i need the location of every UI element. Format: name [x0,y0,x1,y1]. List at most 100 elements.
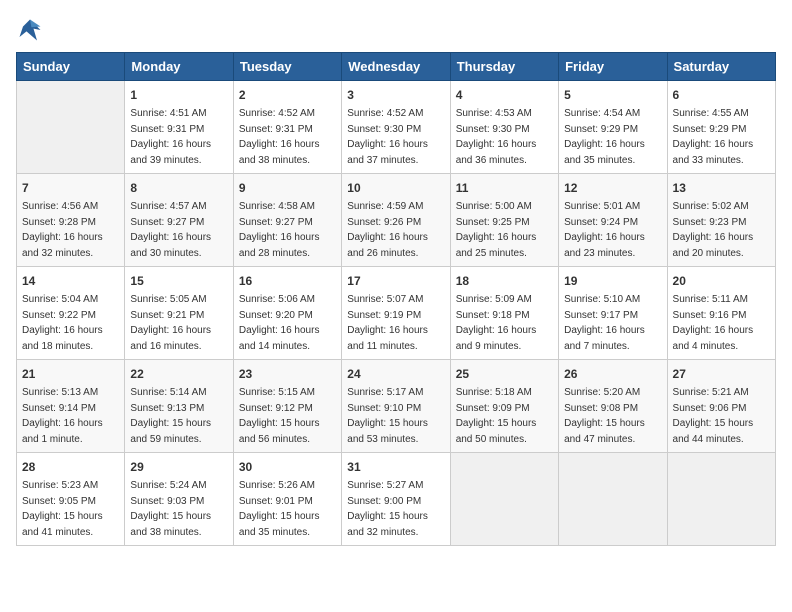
calendar-cell: 3 Sunrise: 4:52 AM Sunset: 9:30 PM Daylig… [342,81,450,174]
date-number: 16 [239,272,336,290]
calendar-cell: 25 Sunrise: 5:18 AM Sunset: 9:09 PM Dayli… [450,360,558,453]
page-header [16,16,776,44]
calendar-week-row: 7 Sunrise: 4:56 AM Sunset: 9:28 PM Daylig… [17,174,776,267]
calendar-cell: 9 Sunrise: 4:58 AM Sunset: 9:27 PM Daylig… [233,174,341,267]
day-info: Sunrise: 5:23 AM Sunset: 9:05 PM Dayligh… [22,478,119,540]
weekday-header: Tuesday [233,53,341,81]
date-number: 26 [564,365,661,383]
date-number: 24 [347,365,444,383]
calendar-cell: 22 Sunrise: 5:14 AM Sunset: 9:13 PM Dayli… [125,360,233,453]
date-number: 21 [22,365,119,383]
date-number: 22 [130,365,227,383]
weekday-header: Monday [125,53,233,81]
calendar-header-row: SundayMondayTuesdayWednesdayThursdayFrid… [17,53,776,81]
date-number: 13 [673,179,770,197]
date-number: 29 [130,458,227,476]
calendar-cell: 27 Sunrise: 5:21 AM Sunset: 9:06 PM Dayli… [667,360,775,453]
date-number: 14 [22,272,119,290]
day-info: Sunrise: 5:10 AM Sunset: 9:17 PM Dayligh… [564,292,661,354]
calendar-cell: 6 Sunrise: 4:55 AM Sunset: 9:29 PM Daylig… [667,81,775,174]
date-number: 15 [130,272,227,290]
day-info: Sunrise: 5:00 AM Sunset: 9:25 PM Dayligh… [456,199,553,261]
day-info: Sunrise: 5:13 AM Sunset: 9:14 PM Dayligh… [22,385,119,447]
date-number: 27 [673,365,770,383]
calendar-week-row: 28Sunrise: 5:23 AM Sunset: 9:05 PM Dayli… [17,453,776,546]
day-info: Sunrise: 4:57 AM Sunset: 9:27 PM Dayligh… [130,199,227,261]
calendar-week-row: 14 Sunrise: 5:04 AM Sunset: 9:22 PM Dayli… [17,267,776,360]
calendar-cell: 17Sunrise: 5:07 AM Sunset: 9:19 PM Dayli… [342,267,450,360]
calendar-cell: 29 Sunrise: 5:24 AM Sunset: 9:03 PM Dayli… [125,453,233,546]
calendar-cell: 10 Sunrise: 4:59 AM Sunset: 9:26 PM Dayli… [342,174,450,267]
calendar-cell [667,453,775,546]
day-info: Sunrise: 5:09 AM Sunset: 9:18 PM Dayligh… [456,292,553,354]
date-number: 25 [456,365,553,383]
weekday-header: Sunday [17,53,125,81]
day-info: Sunrise: 5:15 AM Sunset: 9:12 PM Dayligh… [239,385,336,447]
date-number: 20 [673,272,770,290]
day-info: Sunrise: 4:53 AM Sunset: 9:30 PM Dayligh… [456,106,553,168]
weekday-header: Friday [559,53,667,81]
weekday-header: Thursday [450,53,558,81]
day-info: Sunrise: 4:58 AM Sunset: 9:27 PM Dayligh… [239,199,336,261]
day-info: Sunrise: 4:55 AM Sunset: 9:29 PM Dayligh… [673,106,770,168]
calendar-cell: 26 Sunrise: 5:20 AM Sunset: 9:08 PM Dayli… [559,360,667,453]
day-info: Sunrise: 5:18 AM Sunset: 9:09 PM Dayligh… [456,385,553,447]
date-number: 3 [347,86,444,104]
day-info: Sunrise: 5:05 AM Sunset: 9:21 PM Dayligh… [130,292,227,354]
calendar-cell: 7 Sunrise: 4:56 AM Sunset: 9:28 PM Daylig… [17,174,125,267]
date-number: 5 [564,86,661,104]
calendar-cell: 24 Sunrise: 5:17 AM Sunset: 9:10 PM Dayli… [342,360,450,453]
day-info: Sunrise: 5:14 AM Sunset: 9:13 PM Dayligh… [130,385,227,447]
calendar-cell: 18 Sunrise: 5:09 AM Sunset: 9:18 PM Dayli… [450,267,558,360]
day-info: Sunrise: 5:20 AM Sunset: 9:08 PM Dayligh… [564,385,661,447]
day-info: Sunrise: 5:17 AM Sunset: 9:10 PM Dayligh… [347,385,444,447]
day-info: Sunrise: 5:06 AM Sunset: 9:20 PM Dayligh… [239,292,336,354]
day-info: Sunrise: 4:52 AM Sunset: 9:30 PM Dayligh… [347,106,444,168]
date-number: 31 [347,458,444,476]
day-info: Sunrise: 5:21 AM Sunset: 9:06 PM Dayligh… [673,385,770,447]
calendar-cell: 23 Sunrise: 5:15 AM Sunset: 9:12 PM Dayli… [233,360,341,453]
date-number: 7 [22,179,119,197]
date-number: 2 [239,86,336,104]
date-number: 9 [239,179,336,197]
calendar-cell: 15 Sunrise: 5:05 AM Sunset: 9:21 PM Dayli… [125,267,233,360]
day-info: Sunrise: 5:27 AM Sunset: 9:00 PM Dayligh… [347,478,444,540]
calendar-cell: 28Sunrise: 5:23 AM Sunset: 9:05 PM Dayli… [17,453,125,546]
day-info: Sunrise: 5:24 AM Sunset: 9:03 PM Dayligh… [130,478,227,540]
date-number: 4 [456,86,553,104]
calendar-cell: 13 Sunrise: 5:02 AM Sunset: 9:23 PM Dayli… [667,174,775,267]
calendar-cell [559,453,667,546]
weekday-header: Wednesday [342,53,450,81]
day-info: Sunrise: 4:59 AM Sunset: 9:26 PM Dayligh… [347,199,444,261]
date-number: 17 [347,272,444,290]
day-info: Sunrise: 5:26 AM Sunset: 9:01 PM Dayligh… [239,478,336,540]
date-number: 1 [130,86,227,104]
calendar-cell: 12Sunrise: 5:01 AM Sunset: 9:24 PM Dayli… [559,174,667,267]
day-info: Sunrise: 5:11 AM Sunset: 9:16 PM Dayligh… [673,292,770,354]
date-number: 18 [456,272,553,290]
calendar-cell: 11Sunrise: 5:00 AM Sunset: 9:25 PM Dayli… [450,174,558,267]
day-info: Sunrise: 5:04 AM Sunset: 9:22 PM Dayligh… [22,292,119,354]
calendar-cell [17,81,125,174]
logo-icon [16,16,44,44]
date-number: 6 [673,86,770,104]
date-number: 23 [239,365,336,383]
calendar-cell: 31 Sunrise: 5:27 AM Sunset: 9:00 PM Dayli… [342,453,450,546]
date-number: 30 [239,458,336,476]
calendar-cell: 2 Sunrise: 4:52 AM Sunset: 9:31 PM Daylig… [233,81,341,174]
calendar-cell: 19Sunrise: 5:10 AM Sunset: 9:17 PM Dayli… [559,267,667,360]
day-info: Sunrise: 4:56 AM Sunset: 9:28 PM Dayligh… [22,199,119,261]
calendar-cell: 14 Sunrise: 5:04 AM Sunset: 9:22 PM Dayli… [17,267,125,360]
calendar-cell: 20 Sunrise: 5:11 AM Sunset: 9:16 PM Dayli… [667,267,775,360]
day-info: Sunrise: 5:02 AM Sunset: 9:23 PM Dayligh… [673,199,770,261]
date-number: 10 [347,179,444,197]
calendar-cell: 16 Sunrise: 5:06 AM Sunset: 9:20 PM Dayli… [233,267,341,360]
calendar-cell: 5 Sunrise: 4:54 AM Sunset: 9:29 PM Daylig… [559,81,667,174]
day-info: Sunrise: 4:52 AM Sunset: 9:31 PM Dayligh… [239,106,336,168]
calendar-table: SundayMondayTuesdayWednesdayThursdayFrid… [16,52,776,546]
calendar-cell: 1 Sunrise: 4:51 AM Sunset: 9:31 PM Daylig… [125,81,233,174]
calendar-cell: 30 Sunrise: 5:26 AM Sunset: 9:01 PM Dayli… [233,453,341,546]
day-info: Sunrise: 4:51 AM Sunset: 9:31 PM Dayligh… [130,106,227,168]
weekday-header: Saturday [667,53,775,81]
day-info: Sunrise: 4:54 AM Sunset: 9:29 PM Dayligh… [564,106,661,168]
